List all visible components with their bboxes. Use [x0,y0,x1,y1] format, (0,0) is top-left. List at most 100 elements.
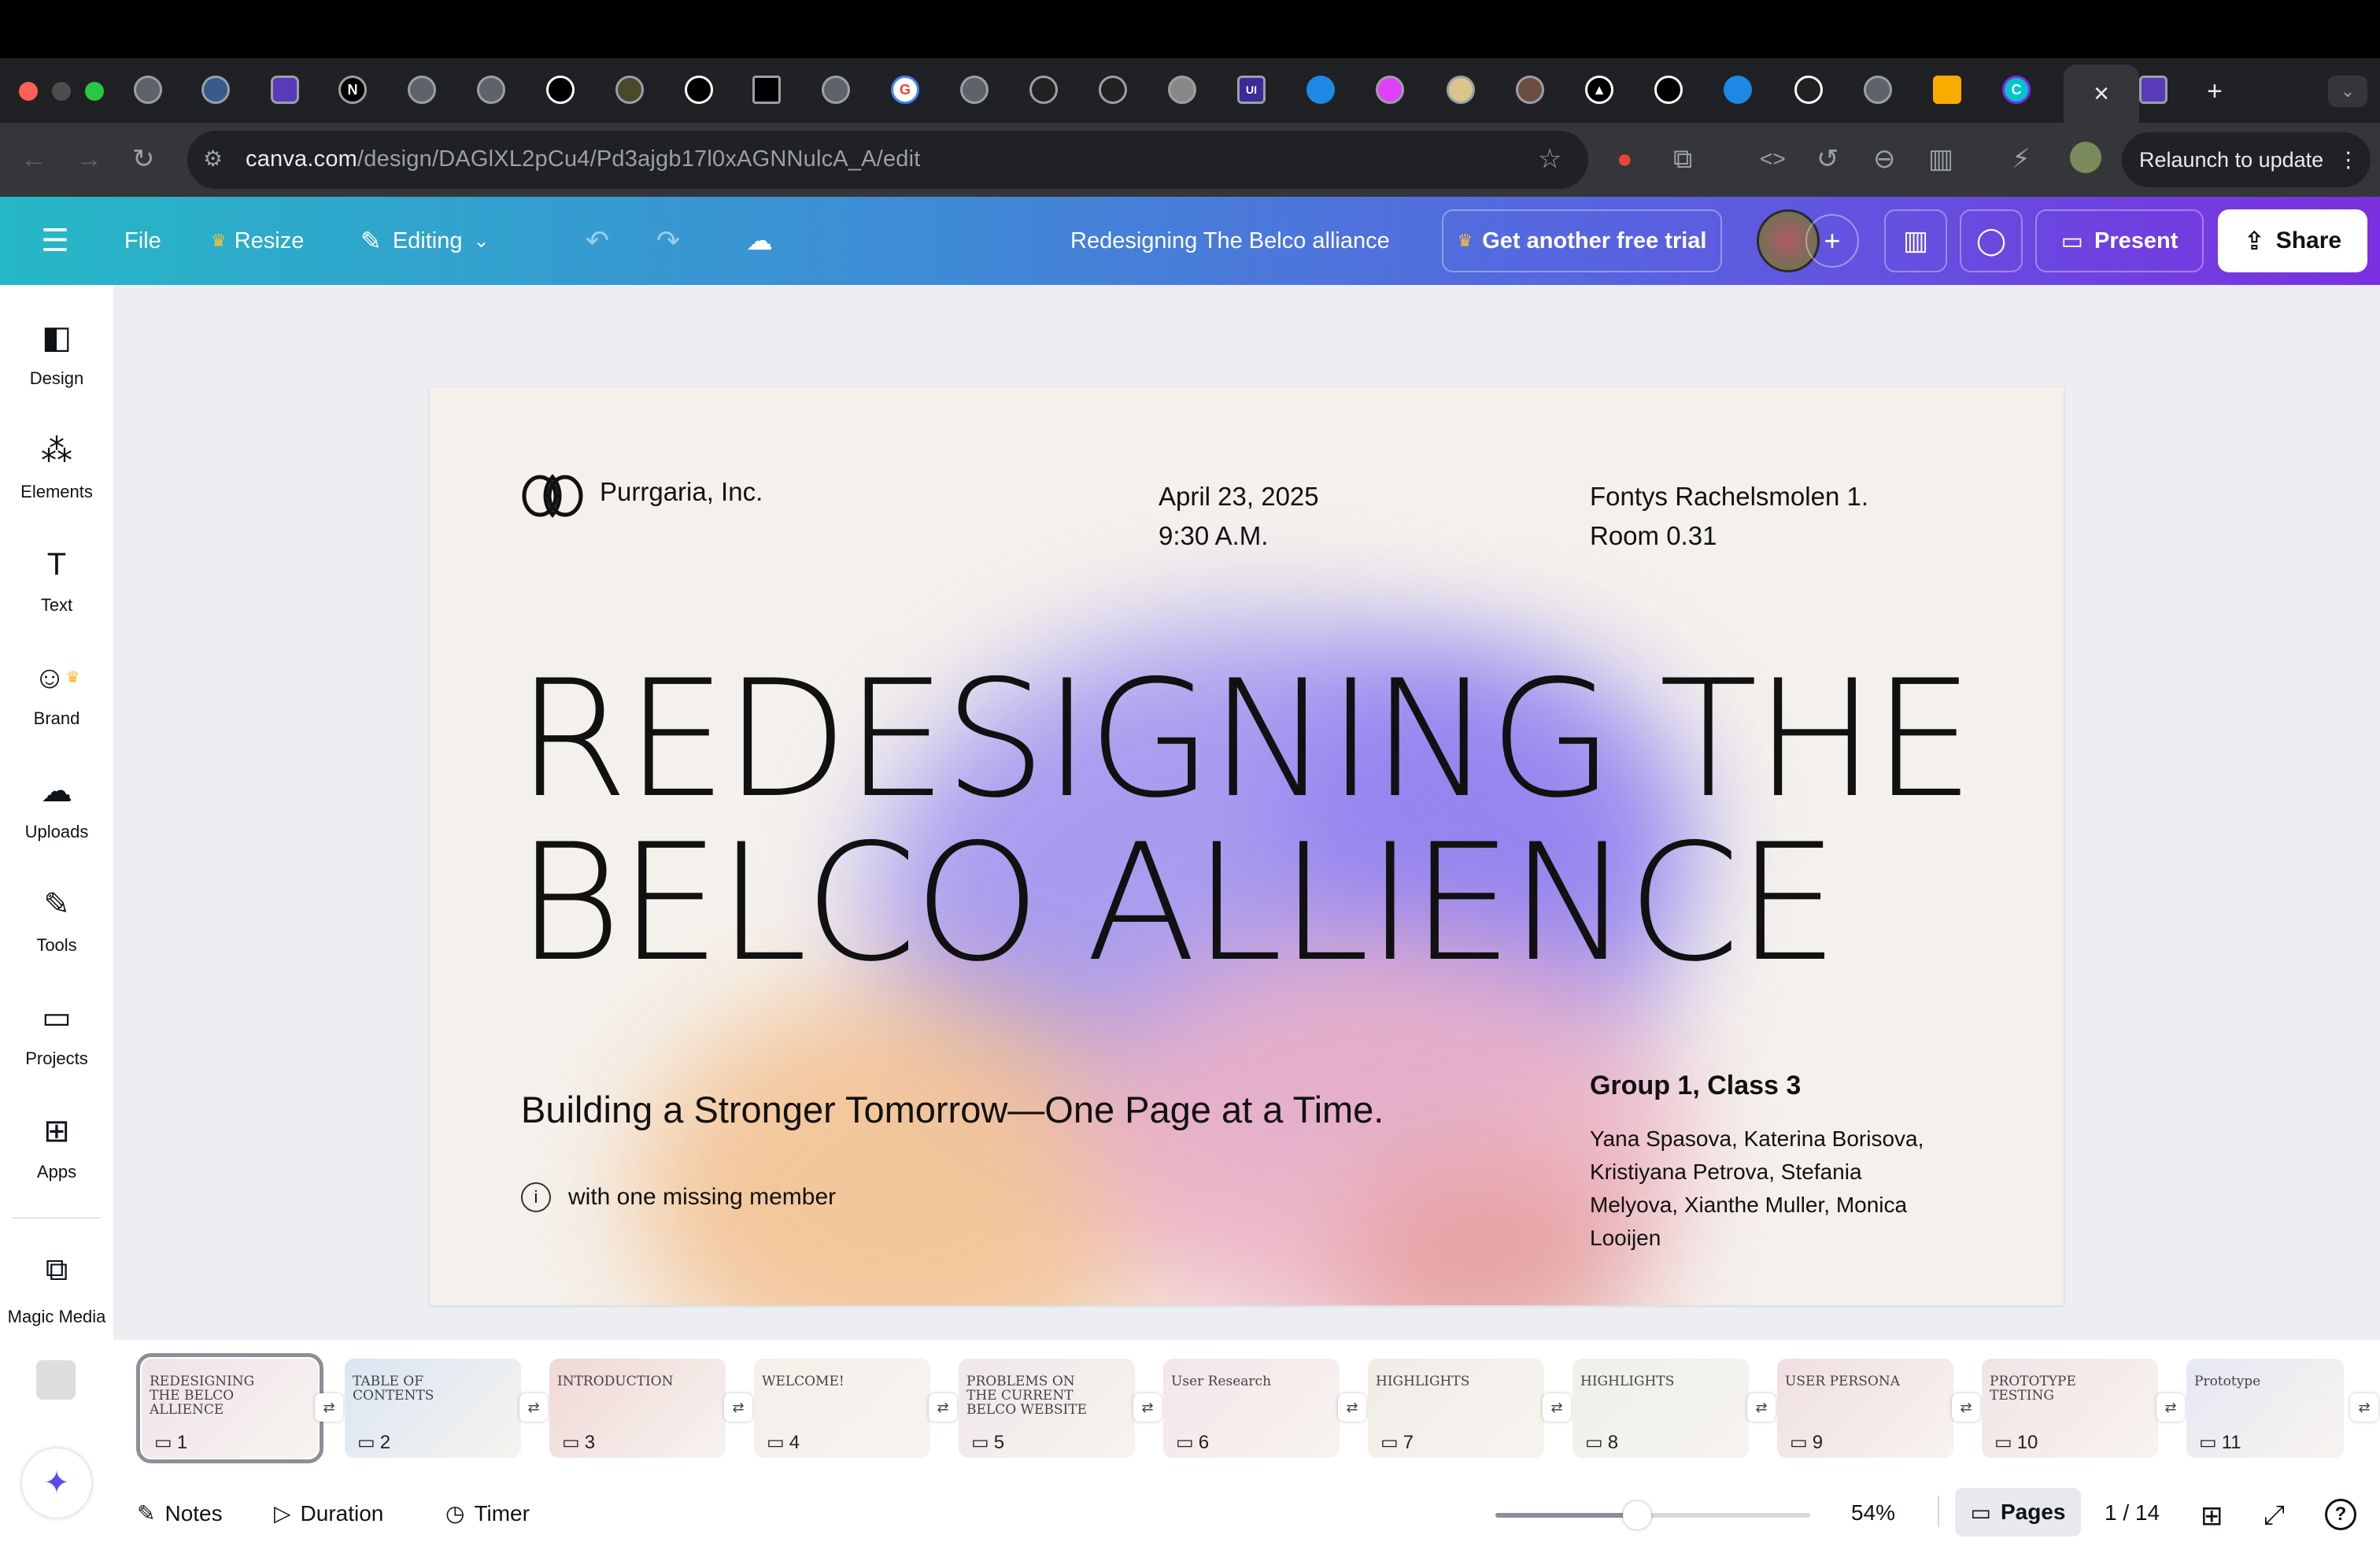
tab-favicon[interactable] [1516,76,1544,104]
fullscreen-icon[interactable]: ⤢ [2264,1500,2285,1531]
share-button[interactable]: ⇪ Share [2218,209,2367,272]
google-icon[interactable]: G [891,76,919,104]
transition-icon[interactable]: ⇄ [1338,1393,1366,1422]
tab-favicon[interactable] [408,76,436,104]
url-text[interactable]: canva.com/design/DAGlXL2pCu4/Pd3ajgb17l0… [246,146,921,172]
tab-search-chevron-icon[interactable]: ⌄ [2328,76,2367,107]
timer-button[interactable]: ◷ Timer [445,1500,530,1526]
tab-favicon[interactable]: ▲ [1585,76,1613,104]
page-counter[interactable]: 1 / 14 [2105,1500,2160,1526]
tab-favicon[interactable] [1447,76,1475,104]
tab-favicon[interactable] [615,76,644,104]
sidebar-item-apps[interactable]: ⊞ Apps [0,1111,113,1182]
transition-icon[interactable]: ⇄ [315,1393,343,1422]
tab-close-icon[interactable]: × [2094,79,2109,109]
group-label[interactable]: Group 1, Class 3 [1590,1071,1801,1101]
transition-icon[interactable]: ⇄ [1543,1393,1571,1422]
slide-subtitle[interactable]: Building a Stronger Tomorrow—One Page at… [521,1088,1384,1131]
page-thumbnail[interactable]: PROBLEMS ON THE CURRENT BELCO WEBSITE ▭ 5 [959,1359,1135,1458]
menu-hamburger-icon[interactable]: ☰ [41,197,69,285]
canva-icon[interactable]: C [2002,76,2031,104]
tab-favicon[interactable] [1168,76,1196,104]
tab-favicon[interactable] [271,76,299,104]
slide-canvas[interactable]: Purrgaria, Inc. April 23, 2025 9:30 A.M. … [430,387,2064,1305]
tab-favicon[interactable] [1029,76,1058,104]
tab-favicon[interactable] [1306,76,1335,104]
forward-icon[interactable]: → [76,143,102,175]
tab-favicon[interactable] [134,76,162,104]
tab-favicon[interactable] [1864,76,1892,104]
members-list[interactable]: Yana Spasova, Katerina Borisova, Kristiy… [1590,1123,1924,1255]
history-icon[interactable]: ↺ [1816,143,1839,175]
page-thumbnail[interactable]: REDESIGNING THE BELCO ALLIENCE ▭ 1 [136,1353,323,1463]
performance-icon[interactable]: ⚡ [2012,143,2031,175]
page-thumbnail[interactable]: PROTOTYPE TESTING ▭ 10 [1982,1359,2158,1458]
sidebar-item-magic-media[interactable]: ⧉ Magic Media [0,1250,113,1327]
sidebar-item-uploads[interactable]: ☁ Uploads [0,771,113,842]
github-icon[interactable] [546,76,575,104]
sidebar-item-projects[interactable]: ▭ Projects [0,998,113,1069]
sidebar-item-design[interactable]: ◧ Design [0,318,113,389]
page-thumbnail[interactable]: WELCOME! ▭ 4 [754,1359,930,1458]
sidebar-item-text[interactable]: T Text [0,545,113,616]
close-window-button[interactable] [19,82,38,101]
present-button[interactable]: ▭ Present [2035,209,2204,272]
tab-favicon[interactable] [1376,76,1404,104]
tab-favicon[interactable] [685,76,713,104]
event-datetime[interactable]: April 23, 2025 9:30 A.M. [1159,477,1319,556]
redo-icon[interactable]: ↷ [656,197,680,285]
company-logo-icon[interactable] [519,469,586,520]
zoom-slider-thumb[interactable] [1623,1501,1651,1529]
zoom-value[interactable]: 54% [1851,1500,1895,1526]
tab-favicon[interactable] [752,76,781,104]
tab-favicon[interactable] [1794,76,1823,104]
transition-icon[interactable]: ⇄ [1133,1393,1162,1422]
extension-icon[interactable]: ● [1617,143,1633,175]
help-icon[interactable]: ? [2325,1499,2356,1530]
page-thumbnail[interactable]: USER PERSONA ▭ 9 [1777,1359,1953,1458]
duration-button[interactable]: ▷ Duration [274,1500,383,1526]
site-info-icon[interactable]: ⚙ [203,143,223,175]
add-collaborator-button[interactable]: + [1805,214,1859,268]
missing-member-note[interactable]: i with one missing member [521,1182,836,1212]
profile-avatar[interactable] [2070,142,2101,173]
grid-view-icon[interactable]: ⊞ [2201,1500,2223,1532]
active-tab[interactable]: × [2064,65,2139,123]
tab-favicon[interactable] [477,76,505,104]
tab-favicon[interactable]: UI [1237,76,1266,104]
editing-mode-dropdown[interactable]: ✎ Editing ⌄ [360,197,490,285]
transition-icon[interactable]: ⇄ [519,1393,548,1422]
transition-icon[interactable]: ⇄ [2156,1393,2185,1422]
back-icon[interactable]: ← [20,143,47,175]
new-tab-button[interactable]: + [2207,76,2223,107]
company-name[interactable]: Purrgaria, Inc. [600,477,763,507]
sidebar-item-brand[interactable]: ☺♛ Brand [0,658,113,729]
sidebar-item-elements[interactable]: ⁂ Elements [0,431,113,502]
event-location[interactable]: Fontys Rachelsmolen 1. Room 0.31 [1590,477,1868,556]
zoom-slider[interactable] [1495,1501,1810,1529]
tab-favicon[interactable] [1099,76,1127,104]
slides-icon[interactable] [1933,76,1961,104]
minimize-window-button[interactable] [52,82,71,101]
free-trial-button[interactable]: ♛ Get another free trial [1442,209,1722,272]
recent-upload-thumbnail[interactable] [36,1360,76,1400]
document-title[interactable]: Redesigning The Belco alliance [1070,197,1390,285]
pages-button[interactable]: ▭ Pages [1955,1488,2081,1537]
page-thumbnail[interactable]: User Research ▭ 6 [1163,1359,1340,1458]
reload-icon[interactable]: ↻ [132,143,155,175]
tab-favicon[interactable]: N [338,76,367,104]
cloud-saved-icon[interactable]: ☁ [746,197,773,285]
tab-favicon[interactable] [2139,76,2168,104]
slide-title-line2[interactable]: BELCO ALLIENCE [516,823,1839,985]
file-menu[interactable]: File [124,197,161,285]
transition-icon[interactable]: ⇄ [2350,1393,2378,1422]
transition-icon[interactable]: ⇄ [724,1393,752,1422]
page-thumbnail[interactable]: TABLE OF CONTENTS ▭ 2 [345,1359,521,1458]
sidebar-item-tools[interactable]: ✎ Tools [0,885,113,956]
link-icon[interactable]: ⊖ [1873,143,1896,175]
relaunch-button[interactable]: Relaunch to update ⋮ [2122,132,2371,187]
insights-chart-icon[interactable]: ▥ [1884,209,1947,272]
transition-icon[interactable]: ⇄ [1747,1393,1776,1422]
tab-favicon[interactable] [1724,76,1752,104]
page-thumbnail[interactable]: Prototype ▭ 11 [2186,1359,2344,1458]
